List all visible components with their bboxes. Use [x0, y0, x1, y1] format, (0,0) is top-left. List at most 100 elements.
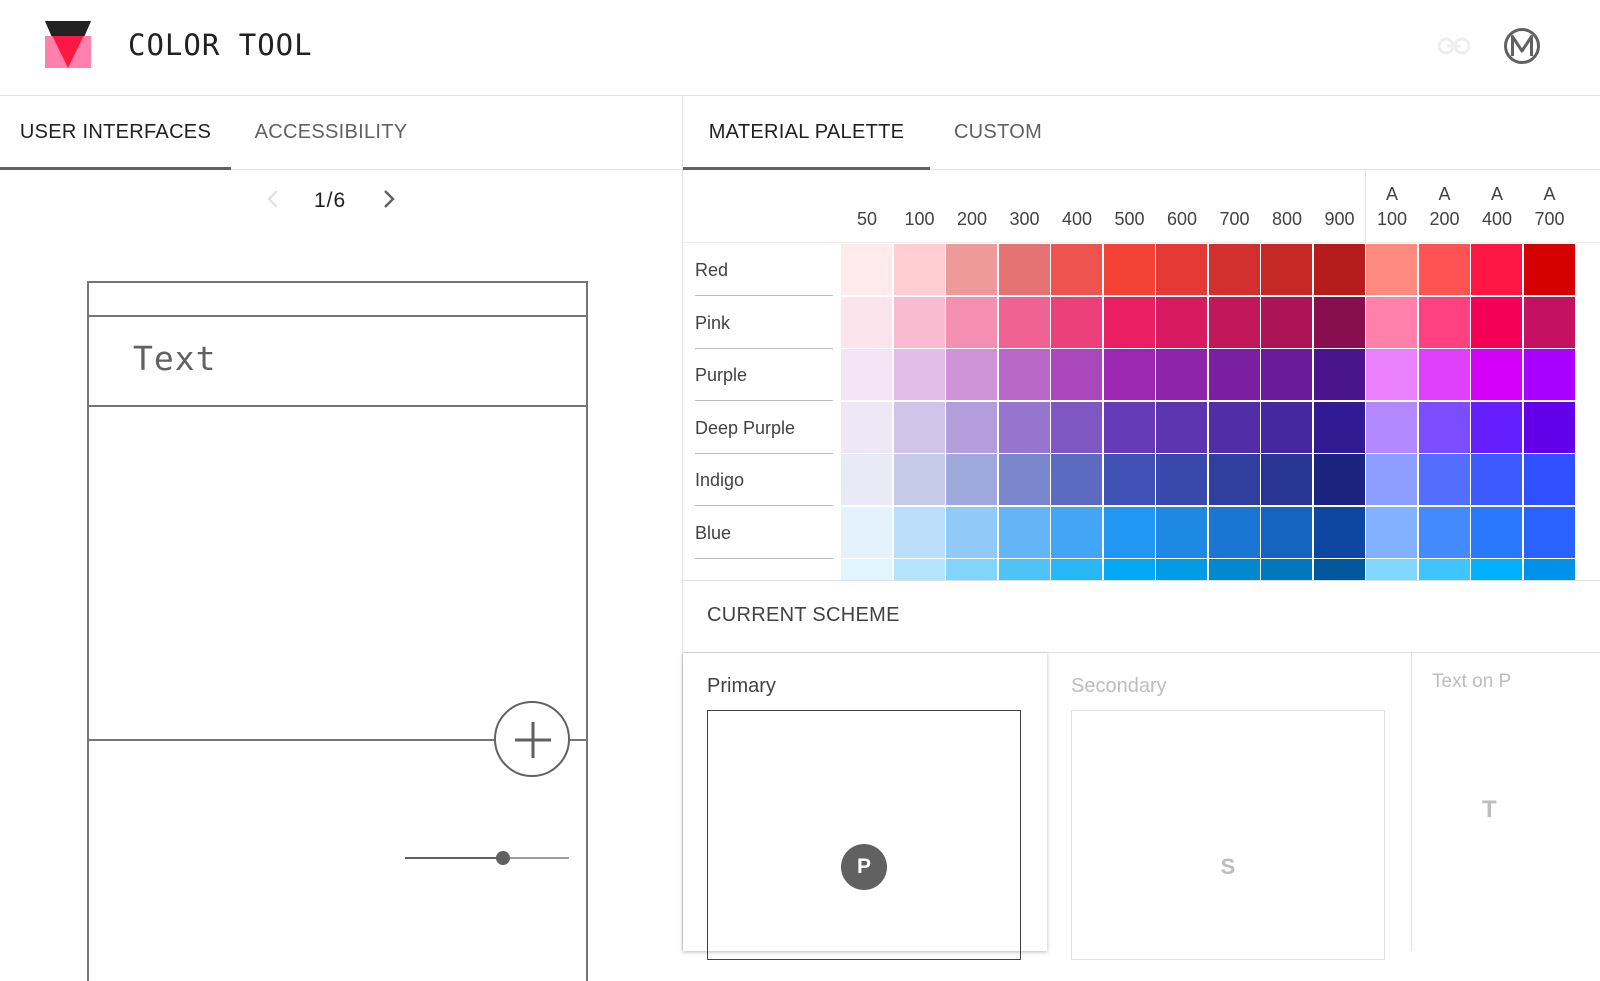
palette-swatch[interactable]	[1313, 349, 1365, 400]
text-on-primary-card[interactable]: Text on P T	[1412, 653, 1600, 951]
palette-swatch[interactable]	[1051, 401, 1102, 453]
palette-swatch[interactable]	[998, 349, 1050, 400]
color-tool-logo[interactable]	[45, 21, 91, 68]
palette-swatch[interactable]	[946, 559, 997, 580]
palette-swatch[interactable]	[1103, 454, 1155, 505]
palette-row-label[interactable]	[695, 559, 833, 580]
palette-swatch[interactable]	[1471, 401, 1522, 453]
palette-swatch[interactable]	[1103, 559, 1155, 580]
palette-swatch[interactable]	[1366, 454, 1417, 505]
tab-custom[interactable]: Custom	[930, 96, 1066, 169]
palette-swatch[interactable]	[1418, 506, 1470, 558]
palette-swatch[interactable]	[998, 296, 1050, 348]
chevron-right-icon[interactable]	[382, 188, 396, 210]
palette-swatch[interactable]	[1103, 296, 1155, 348]
palette-swatch[interactable]	[1523, 506, 1575, 558]
palette-swatch[interactable]	[1103, 349, 1155, 400]
palette-swatch[interactable]	[841, 559, 892, 580]
palette-swatch[interactable]	[1261, 349, 1312, 400]
palette-swatch[interactable]	[1051, 244, 1102, 295]
palette-swatch[interactable]	[1156, 454, 1207, 505]
palette-swatch[interactable]	[1523, 349, 1575, 400]
palette-swatch[interactable]	[1156, 401, 1207, 453]
palette-swatch[interactable]	[841, 454, 892, 505]
tab-user-interfaces[interactable]: User Interfaces	[0, 96, 231, 169]
palette-swatch[interactable]	[1471, 454, 1522, 505]
palette-swatch[interactable]	[1313, 401, 1365, 453]
palette-swatch[interactable]	[841, 349, 892, 400]
palette-swatch[interactable]	[1208, 454, 1260, 505]
palette-swatch[interactable]	[893, 506, 945, 558]
palette-swatch[interactable]	[1366, 559, 1417, 580]
palette-swatch[interactable]	[1208, 349, 1260, 400]
palette-row-label[interactable]: Indigo	[695, 454, 833, 506]
palette-swatch[interactable]	[946, 454, 997, 505]
link-icon[interactable]	[1437, 36, 1471, 56]
palette-row-label[interactable]: Pink	[695, 297, 833, 349]
palette-swatch[interactable]	[1366, 349, 1417, 400]
palette-swatch[interactable]	[1051, 349, 1102, 400]
palette-swatch[interactable]	[1261, 401, 1312, 453]
material-m-icon[interactable]	[1503, 27, 1541, 65]
palette-swatch[interactable]	[1103, 506, 1155, 558]
palette-swatch[interactable]	[1208, 296, 1260, 348]
palette-swatch[interactable]	[1156, 349, 1207, 400]
palette-swatch[interactable]	[1261, 559, 1312, 580]
palette-row-label[interactable]: Red	[695, 244, 833, 296]
secondary-color-card[interactable]: Secondary S	[1047, 653, 1412, 960]
palette-swatch[interactable]	[1418, 296, 1470, 348]
tab-accessibility[interactable]: Accessibility	[231, 96, 431, 169]
palette-swatch[interactable]	[1313, 244, 1365, 295]
palette-swatch[interactable]	[841, 296, 892, 348]
palette-swatch[interactable]	[841, 244, 892, 295]
secondary-swatch[interactable]: S	[1071, 710, 1385, 960]
palette-swatch[interactable]	[946, 244, 997, 295]
palette-swatch[interactable]	[1523, 401, 1575, 453]
palette-swatch[interactable]	[1261, 506, 1312, 558]
palette-swatch[interactable]	[1366, 401, 1417, 453]
palette-swatch[interactable]	[998, 401, 1050, 453]
palette-swatch[interactable]	[1471, 244, 1522, 295]
palette-swatch[interactable]	[893, 349, 945, 400]
palette-swatch[interactable]	[1313, 506, 1365, 558]
palette-swatch[interactable]	[998, 559, 1050, 580]
palette-row-label[interactable]: Blue	[695, 507, 833, 559]
palette-swatch[interactable]	[1366, 506, 1417, 558]
palette-swatch[interactable]	[946, 401, 997, 453]
slider-thumb[interactable]	[496, 851, 510, 865]
palette-swatch[interactable]	[1523, 244, 1575, 295]
palette-swatch[interactable]	[893, 296, 945, 348]
palette-swatch[interactable]	[1103, 244, 1155, 295]
palette-swatch[interactable]	[893, 401, 945, 453]
palette-swatch[interactable]	[1471, 349, 1522, 400]
palette-swatch[interactable]	[998, 244, 1050, 295]
palette-row-label[interactable]: Deep Purple	[695, 402, 833, 454]
palette-swatch[interactable]	[1208, 244, 1260, 295]
palette-swatch[interactable]	[893, 244, 945, 295]
palette-swatch[interactable]	[1471, 506, 1522, 558]
palette-swatch[interactable]	[1523, 559, 1575, 580]
palette-swatch[interactable]	[1366, 296, 1417, 348]
palette-swatch[interactable]	[1313, 296, 1365, 348]
palette-swatch[interactable]	[1418, 349, 1470, 400]
palette-swatch[interactable]	[1208, 401, 1260, 453]
palette-row-label[interactable]: Purple	[695, 349, 833, 401]
palette-swatch[interactable]	[1313, 454, 1365, 505]
palette-swatch[interactable]	[893, 559, 945, 580]
palette-swatch[interactable]	[1156, 244, 1207, 295]
palette-swatch[interactable]	[1471, 559, 1522, 580]
palette-swatch[interactable]	[841, 401, 892, 453]
palette-swatch[interactable]	[998, 454, 1050, 505]
palette-swatch[interactable]	[946, 296, 997, 348]
primary-color-card[interactable]: Primary P	[683, 653, 1047, 960]
palette-swatch[interactable]	[1208, 506, 1260, 558]
primary-swatch[interactable]: P	[707, 710, 1021, 960]
palette-swatch[interactable]	[1418, 244, 1470, 295]
palette-swatch[interactable]	[1418, 454, 1470, 505]
palette-swatch[interactable]	[1103, 401, 1155, 453]
palette-swatch[interactable]	[1208, 559, 1260, 580]
palette-swatch[interactable]	[1051, 296, 1102, 348]
palette-swatch[interactable]	[946, 506, 997, 558]
palette-swatch[interactable]	[1156, 559, 1207, 580]
palette-swatch[interactable]	[1523, 454, 1575, 505]
